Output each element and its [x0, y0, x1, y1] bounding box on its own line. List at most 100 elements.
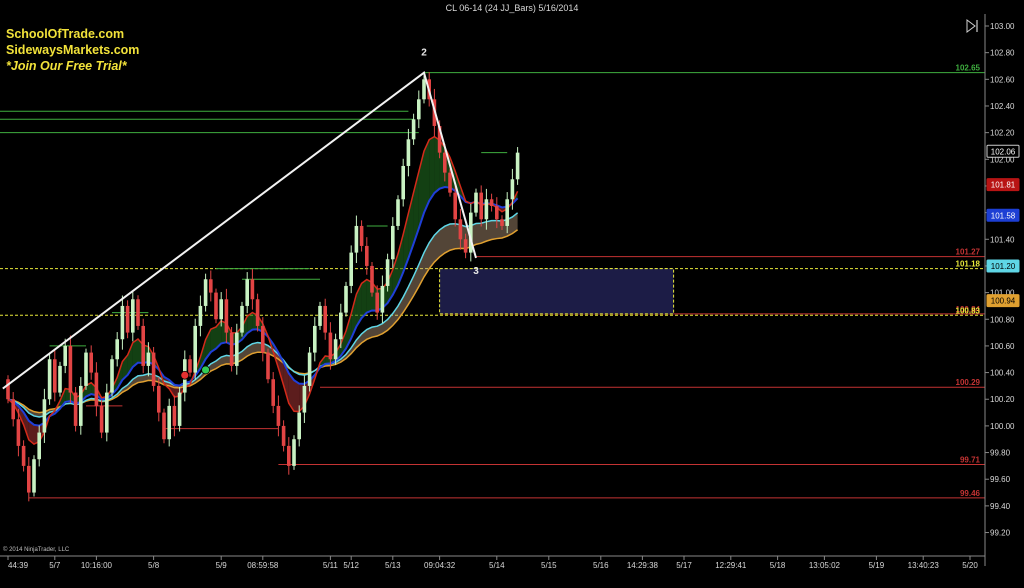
candle-body-84: [443, 152, 447, 173]
candle-body-60: [318, 305, 322, 326]
x-tick-label-7: 5/12: [343, 561, 359, 570]
candle-body-20: [110, 359, 114, 393]
candle-body-28: [151, 352, 156, 386]
candle-body-10: [58, 365, 62, 393]
y-tick-label-19: 99.20: [990, 529, 1011, 538]
candle-body-93: [489, 199, 494, 206]
y-tick-label-16: 99.80: [990, 449, 1011, 458]
x-tick-label-17: 13:05:02: [809, 561, 841, 570]
candle-body-53: [281, 425, 286, 446]
candle-body-67: [354, 225, 359, 253]
x-tick-label-9: 09:04:32: [424, 561, 456, 570]
candle-body-58: [307, 352, 312, 386]
candle-body-24: [131, 299, 135, 333]
candle-body-1: [11, 399, 15, 420]
candle-body-17: [94, 372, 99, 406]
candle-body-0: [6, 379, 10, 400]
y-tick-label-2: 102.60: [990, 75, 1015, 84]
y-tick-label-1: 102.80: [990, 49, 1015, 58]
candle-body-14: [79, 385, 83, 426]
candle-body-78: [411, 119, 416, 140]
x-tick-label-4: 5/9: [216, 561, 228, 570]
candle-body-32: [172, 405, 177, 426]
candle-body-91: [479, 192, 483, 220]
watermark-line-2: SidewaysMarkets.com: [6, 43, 139, 57]
candle-body-11: [63, 345, 67, 366]
candle-body-74: [391, 225, 395, 260]
candle-body-88: [463, 239, 468, 253]
candle-body-48: [255, 299, 260, 326]
signal-dot-0: [180, 370, 190, 380]
candle-body-36: [193, 325, 197, 373]
candle-body-46: [245, 279, 249, 306]
candle-body-39: [209, 279, 213, 293]
y-tick-label-18: 99.40: [990, 502, 1011, 511]
x-tick-label-1: 5/7: [49, 561, 61, 570]
x-tick-label-3: 5/8: [148, 561, 160, 570]
x-tick-label-12: 5/16: [593, 561, 609, 570]
candle-body-87: [458, 219, 463, 240]
candle-body-90: [474, 192, 478, 213]
ema-cloud-seg-81: [429, 136, 435, 201]
y-tick-label-11: 100.80: [990, 315, 1015, 324]
candle-body-94: [495, 205, 499, 220]
level-label-5: 100.29: [956, 378, 981, 387]
candle-body-80: [422, 79, 426, 100]
window-title: CL 06-14 (24 JJ_Bars) 5/16/2014: [446, 3, 579, 13]
candle-body-42: [224, 299, 229, 333]
copyright-note: © 2014 NinjaTrader, LLC: [3, 546, 70, 553]
candle-body-4: [27, 465, 31, 493]
candle-body-51: [271, 379, 275, 406]
candle-body-57: [302, 385, 307, 413]
x-tick-label-16: 5/18: [770, 561, 786, 570]
candle-body-33: [177, 392, 182, 426]
candle-body-68: [359, 225, 364, 246]
signal-dot-1: [201, 365, 211, 375]
candle-body-7: [42, 399, 47, 433]
candle-body-56: [297, 412, 301, 440]
watermark-line-1: SchoolOfTrade.com: [6, 27, 124, 41]
price-badge-text-2: 101.58: [991, 211, 1016, 220]
candle-body-75: [396, 199, 400, 226]
candle-body-69: [365, 245, 369, 266]
x-tick-label-18: 5/19: [869, 561, 885, 570]
candle-body-25: [136, 299, 140, 326]
candle-body-6: [37, 432, 41, 460]
x-tick-label-13: 14:29:38: [627, 561, 659, 570]
y-tick-label-0: 103.00: [990, 22, 1015, 31]
candle-body-26: [141, 325, 145, 366]
x-tick-label-8: 5/13: [385, 561, 401, 570]
y-tick-label-13: 100.40: [990, 369, 1015, 378]
candle-body-55: [292, 439, 296, 466]
x-tick-label-20: 5/20: [962, 561, 978, 570]
candle-body-12: [68, 345, 73, 393]
candle-body-71: [375, 292, 379, 313]
y-tick-label-17: 99.60: [990, 475, 1011, 484]
price-badge-text-1: 101.81: [991, 181, 1016, 190]
wave-label-0: 2: [421, 47, 427, 58]
candle-body-54: [287, 445, 291, 466]
candle-body-16: [89, 352, 93, 373]
level-label-2: 101.18: [956, 260, 981, 269]
candle-body-85: [448, 172, 452, 193]
candle-body-73: [385, 259, 390, 286]
x-tick-label-11: 5/15: [541, 561, 557, 570]
candle-body-41: [219, 299, 223, 320]
candle-body-64: [339, 312, 343, 340]
candle-body-79: [417, 99, 421, 120]
candle-body-29: [157, 385, 161, 413]
candle-body-45: [240, 305, 244, 333]
level-label-4: 100.83: [956, 306, 981, 315]
level-label-1: 101.27: [956, 248, 981, 257]
watermark-line-3: *Join Our Free Trial*: [6, 59, 128, 73]
y-tick-label-15: 100.00: [990, 422, 1015, 431]
candle-body-86: [453, 192, 457, 220]
x-tick-label-2: 10:16:00: [81, 561, 113, 570]
y-tick-label-4: 102.20: [990, 129, 1015, 138]
level-label-0: 102.65: [956, 64, 981, 73]
candle-body-37: [198, 305, 203, 326]
candle-body-61: [323, 305, 327, 333]
candle-body-40: [214, 292, 218, 320]
price-badge-text-0: 102.06: [991, 147, 1016, 156]
candle-body-38: [203, 279, 208, 306]
